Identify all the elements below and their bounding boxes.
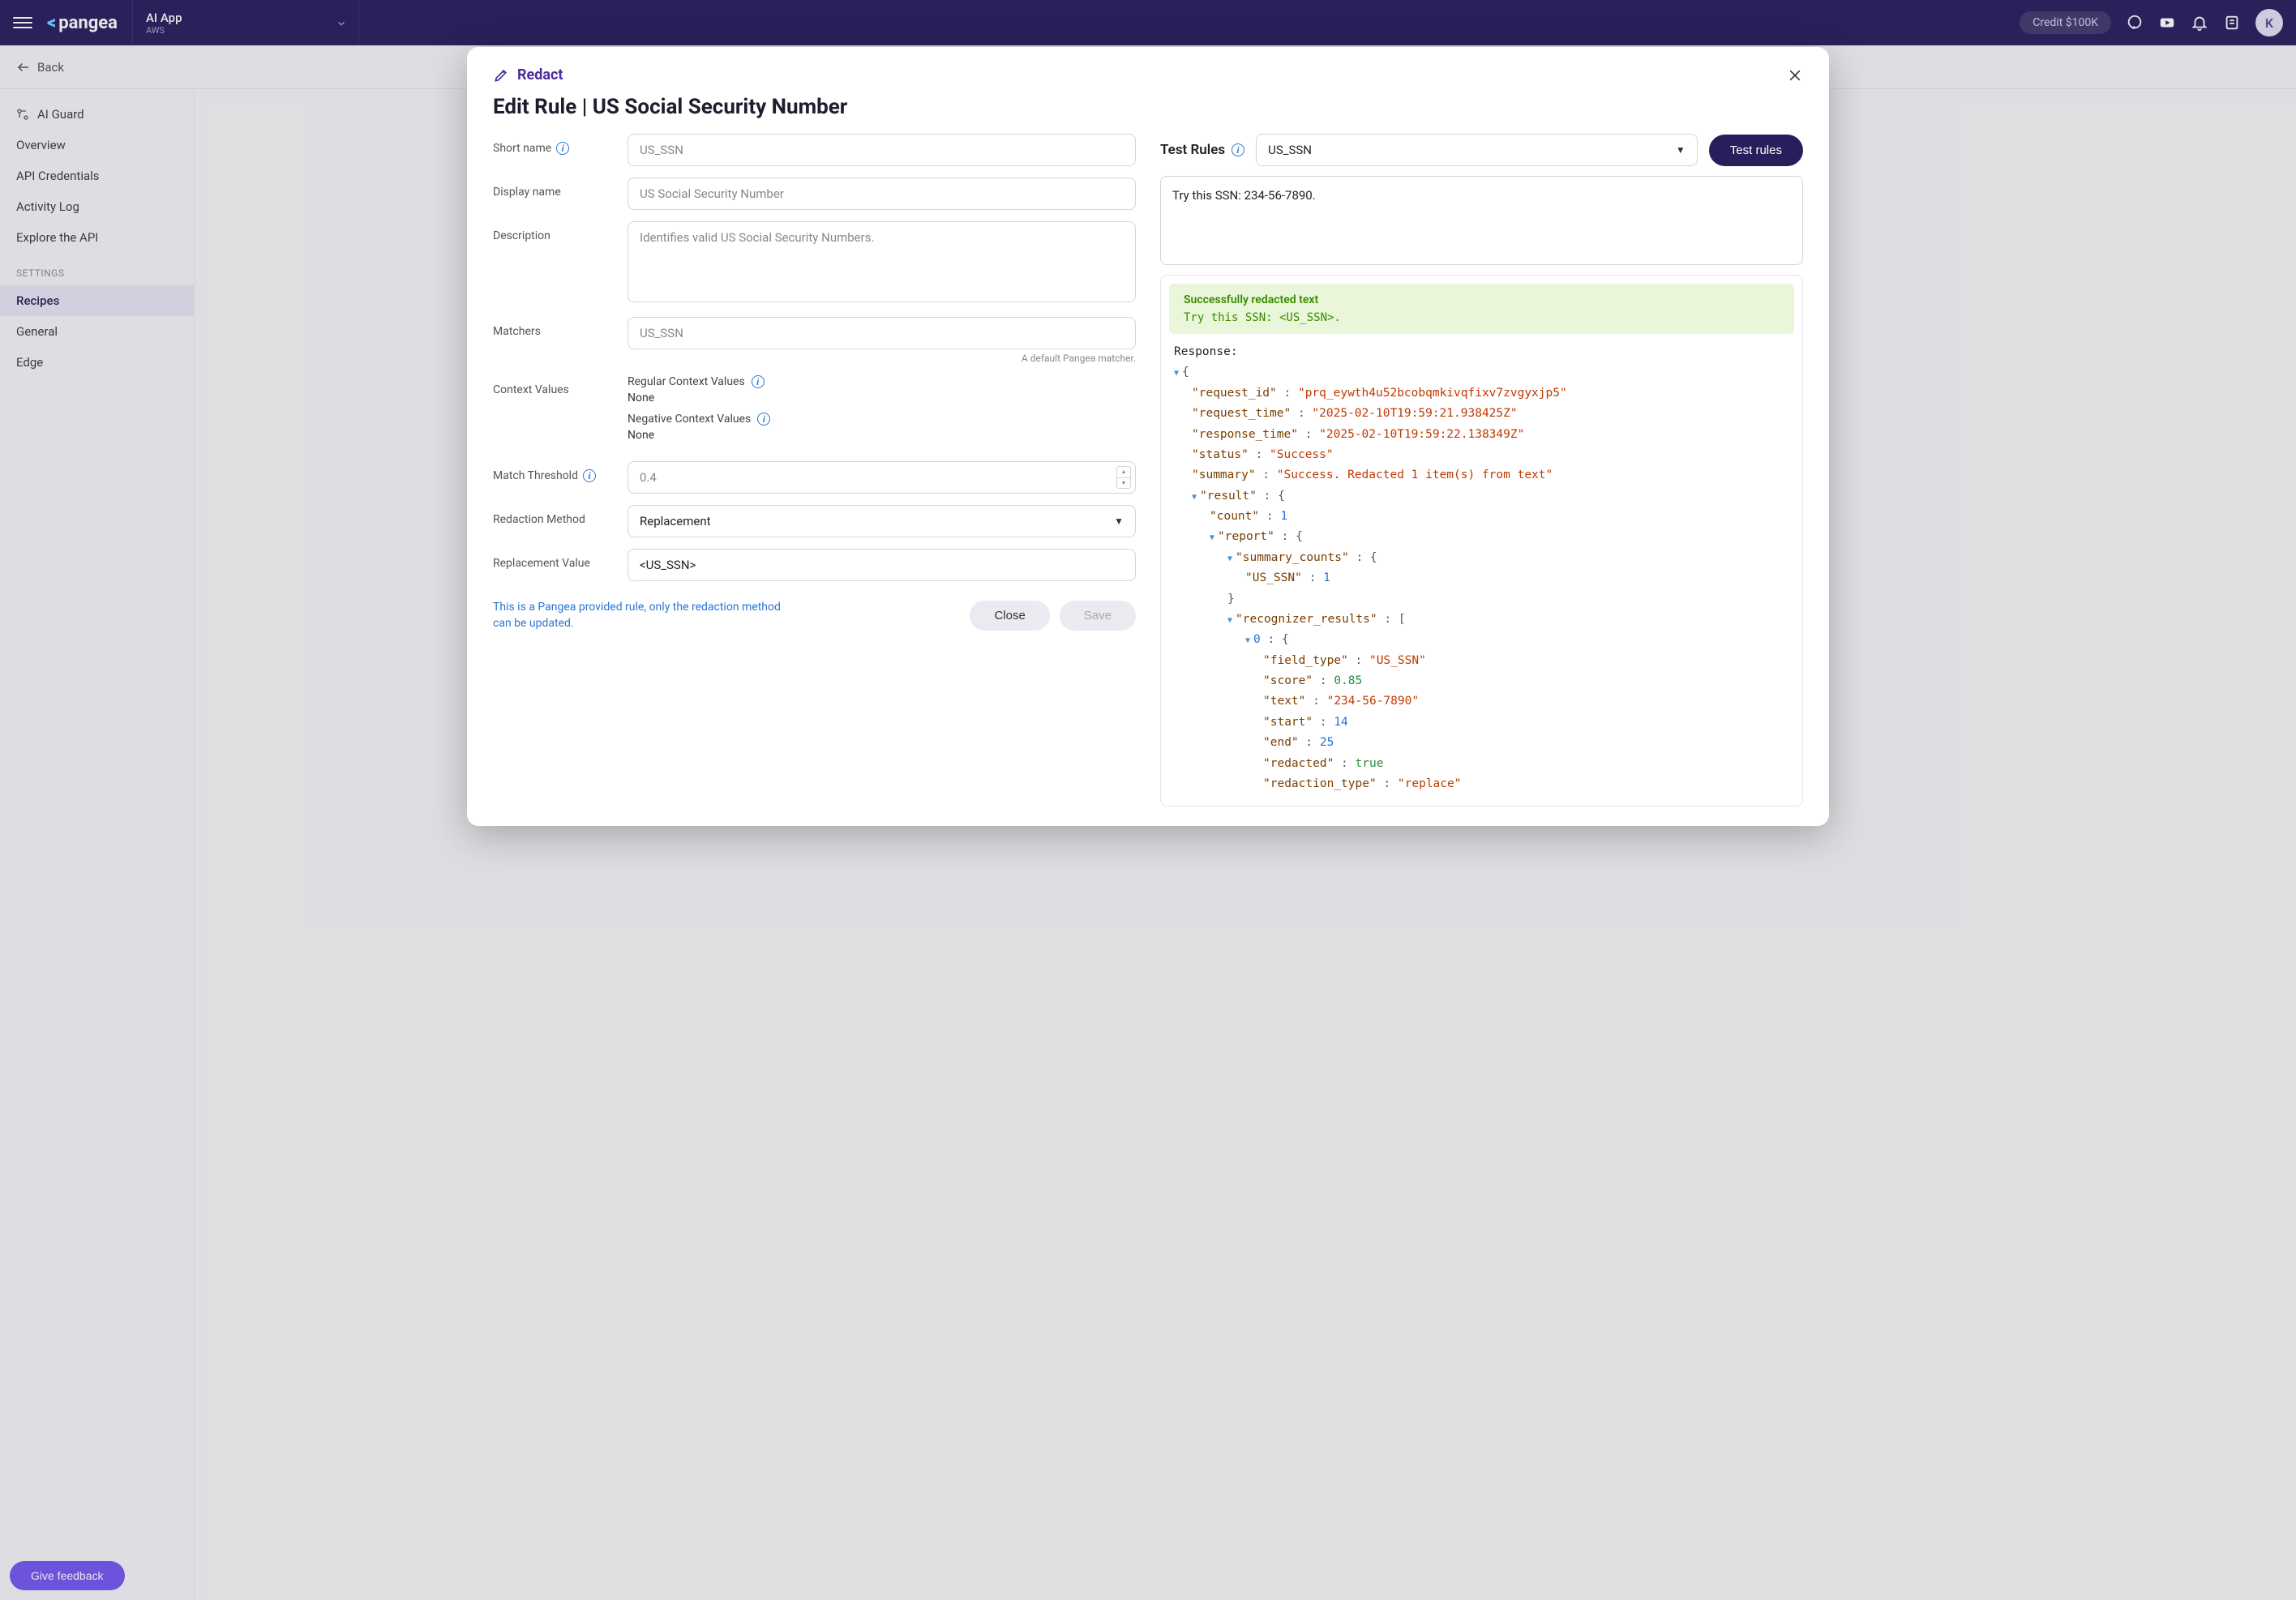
info-icon[interactable]: i [556,142,569,155]
form-column: Short name i Display name Description Ide… [493,134,1136,806]
matchers-input[interactable] [628,317,1136,349]
short-name-input[interactable] [628,134,1136,166]
test-rule-select[interactable]: US_SSN ▼ [1256,134,1698,166]
threshold-input[interactable] [628,461,1136,494]
select-value: Replacement [640,514,711,528]
label-short-name: Short name [493,142,551,155]
breadcrumb-text: Redact [517,66,563,83]
chevron-down-icon: ▼ [1676,144,1686,156]
label-matchers: Matchers [493,325,541,338]
test-input-text: Try this SSN: 234-56-7890. [1172,188,1316,203]
label-description: Description [493,229,550,242]
success-body: Try this SSN: <US_SSN>. [1184,311,1780,324]
replacement-value-input[interactable] [628,549,1136,581]
rule-note: This is a Pangea provided rule, only the… [493,599,785,632]
close-icon[interactable] [1787,67,1803,83]
modal-title: Edit Rule | US Social Security Number [493,95,1803,119]
toggle-icon[interactable]: ▼ [1174,369,1179,378]
redaction-method-select[interactable]: Replacement ▼ [628,505,1136,537]
modal-backdrop: Redact Edit Rule | US Social Security Nu… [0,0,2296,1600]
label-negative-context: Negative Context Values [628,413,751,426]
edit-rule-modal: Redact Edit Rule | US Social Security Nu… [467,47,1829,826]
regular-context-value: None [628,391,1136,404]
test-rules-heading: Test Rules [1160,142,1225,158]
modal-breadcrumb: Redact [493,66,563,83]
label-replacement-value: Replacement Value [493,557,590,570]
negative-context-value: None [628,429,1136,442]
description-input[interactable]: Identifies valid US Social Security Numb… [628,221,1136,302]
label-display-name: Display name [493,186,561,199]
result-panel[interactable]: Successfully redacted text Try this SSN:… [1160,275,1803,806]
response-label: Response: [1174,342,1789,362]
response-json: Response: ▼{ "request_id" : "prq_eywth4u… [1164,342,1799,794]
toggle-icon[interactable]: ▼ [1192,493,1197,502]
test-column: Test Rules i US_SSN ▼ Test rules Try this… [1160,134,1803,806]
toggle-icon[interactable]: ▼ [1227,554,1232,563]
toggle-icon[interactable]: ▼ [1210,533,1214,542]
label-redaction-method: Redaction Method [493,513,585,526]
info-icon[interactable]: i [757,413,770,426]
matchers-helper: A default Pangea matcher. [628,353,1136,364]
toggle-icon[interactable]: ▼ [1245,636,1250,645]
save-button: Save [1060,601,1136,631]
info-icon[interactable]: i [752,375,765,388]
success-title: Successfully redacted text [1184,293,1780,306]
label-context-values: Context Values [493,383,569,396]
toggle-icon[interactable]: ▼ [1227,616,1232,625]
test-input[interactable]: Try this SSN: 234-56-7890. [1160,176,1803,265]
test-rules-button[interactable]: Test rules [1709,135,1803,166]
label-regular-context: Regular Context Values [628,375,745,388]
display-name-input[interactable] [628,178,1136,210]
close-button[interactable]: Close [970,601,1049,631]
success-banner: Successfully redacted text Try this SSN:… [1169,284,1794,334]
info-icon[interactable]: i [583,469,596,482]
edit-icon [493,67,509,83]
info-icon[interactable]: i [1232,143,1244,156]
select-value: US_SSN [1268,143,1312,157]
chevron-down-icon: ▼ [1114,516,1124,527]
label-threshold: Match Threshold [493,469,578,482]
threshold-stepper[interactable]: ▲▼ [1116,466,1131,489]
